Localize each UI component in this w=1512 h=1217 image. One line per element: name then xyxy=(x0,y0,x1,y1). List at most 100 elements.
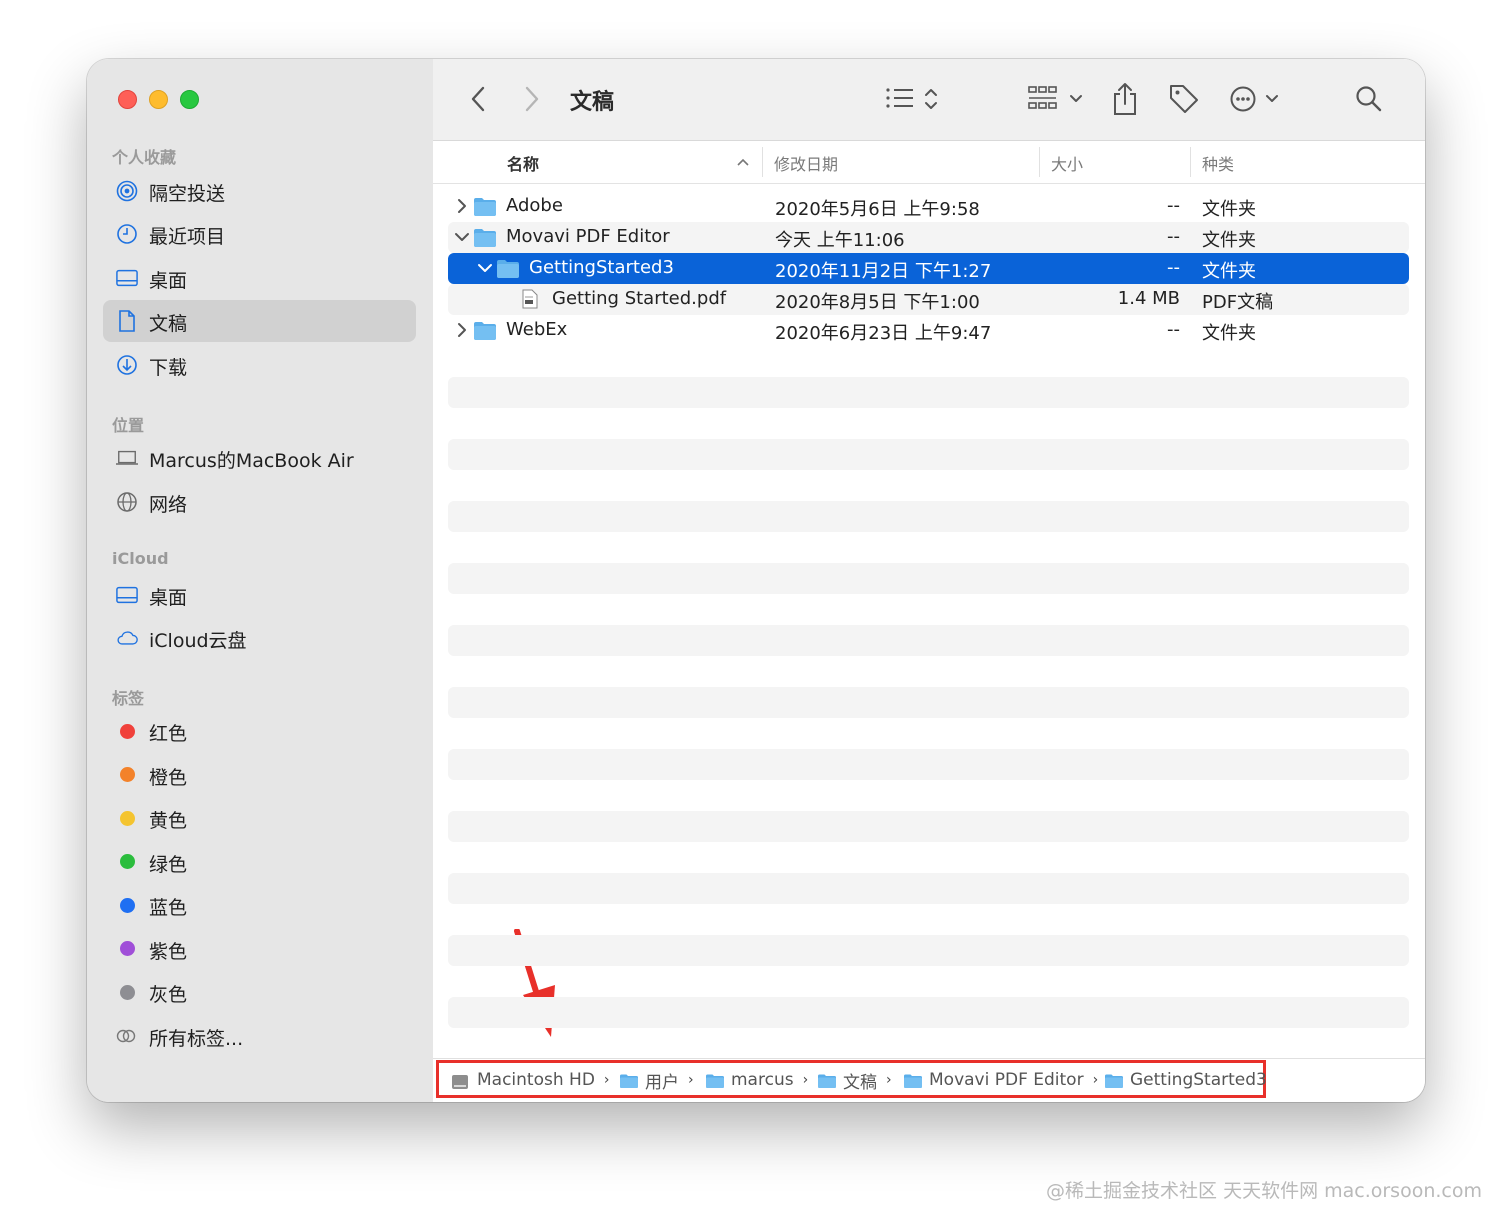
disclosure-collapsed-icon[interactable] xyxy=(454,198,470,214)
path-crumb[interactable]: 用户 › xyxy=(619,1068,694,1093)
sidebar-item-macbook[interactable]: Marcus的MacBook Air xyxy=(103,437,416,479)
folder-icon xyxy=(496,259,520,278)
file-name: GettingStarted3 xyxy=(529,257,674,278)
path-crumb[interactable]: 文稿 › xyxy=(817,1068,892,1093)
path-separator-icon: › xyxy=(603,1072,610,1088)
path-separator-icon: › xyxy=(688,1072,694,1088)
file-name: Movavi PDF Editor xyxy=(506,226,670,247)
file-kind: 文件夹 xyxy=(1202,323,1256,344)
more-actions-button[interactable] xyxy=(1229,83,1287,115)
sidebar-item-tag[interactable]: 黄色 xyxy=(103,797,416,839)
empty-row xyxy=(448,625,1409,656)
empty-row xyxy=(448,501,1409,532)
sidebar-item-tag[interactable]: 绿色 xyxy=(103,841,416,883)
sidebar-item-label: 灰色 xyxy=(149,984,188,1006)
airdrop-icon xyxy=(116,180,138,202)
forward-button[interactable] xyxy=(517,84,547,114)
sidebar-item-tag[interactable]: 蓝色 xyxy=(103,884,416,926)
sidebar-item-label: 下载 xyxy=(149,357,188,379)
minimize-button[interactable] xyxy=(149,90,168,109)
file-name: Getting Started.pdf xyxy=(552,288,727,309)
view-options-button[interactable] xyxy=(885,83,949,115)
sidebar-item-icloud-desktop[interactable]: 桌面 xyxy=(103,574,416,616)
empty-row xyxy=(448,997,1409,1028)
search-button[interactable] xyxy=(1353,83,1385,115)
favorites-header: 个人收藏 xyxy=(112,148,177,167)
document-icon xyxy=(116,310,138,332)
path-crumb[interactable]: marcus › xyxy=(705,1068,808,1092)
column-date[interactable]: 修改日期 xyxy=(774,151,838,175)
column-name[interactable]: 名称 xyxy=(507,151,539,175)
file-date: 2020年8月5日 下午1:00 xyxy=(775,292,980,313)
file-size: 1.4 MB xyxy=(1117,288,1180,309)
main-pane: 文稿 名称 修改日期 大小 种类 Adobe 2020年5月6日 上午9:58 … xyxy=(433,59,1425,1102)
group-button[interactable] xyxy=(1027,83,1087,115)
path-crumb-label: Macintosh HD xyxy=(477,1070,595,1090)
file-date: 2020年6月23日 上午9:47 xyxy=(775,323,992,344)
sidebar-item-label: 所有标签... xyxy=(149,1027,244,1050)
path-separator-icon: › xyxy=(802,1072,809,1088)
zoom-button[interactable] xyxy=(180,90,199,109)
sidebar-item-network[interactable]: 网络 xyxy=(103,481,416,523)
home-folder-icon xyxy=(705,1073,724,1088)
file-row[interactable]: GettingStarted3 2020年11月2日 下午1:27 -- 文件夹 xyxy=(448,253,1409,284)
folder-icon xyxy=(817,1073,836,1088)
file-row[interactable]: WebEx 2020年6月23日 上午9:47 -- 文件夹 xyxy=(448,315,1409,346)
sidebar-item-label: 桌面 xyxy=(149,587,188,609)
sidebar-item-tag[interactable]: 橙色 xyxy=(103,754,416,796)
path-bar: Macintosh HD › 用户 › marcus › 文稿 › Movavi PDF Edi… xyxy=(433,1058,1425,1102)
sidebar-item-tag[interactable]: 紫色 xyxy=(103,928,416,970)
folder-icon xyxy=(473,228,497,247)
disclosure-expanded-icon[interactable] xyxy=(454,229,470,245)
toolbar: 文稿 xyxy=(433,59,1425,141)
file-kind: 文件夹 xyxy=(1202,199,1256,220)
file-kind: 文件夹 xyxy=(1202,261,1256,282)
desktop-icon xyxy=(116,267,138,289)
back-button[interactable] xyxy=(463,84,493,114)
file-date: 今天 上午11:06 xyxy=(775,230,905,251)
sidebar-item-label: Marcus的MacBook Air xyxy=(149,450,354,472)
close-button[interactable] xyxy=(118,90,137,109)
sidebar-item-downloads[interactable]: 下载 xyxy=(103,344,416,386)
column-kind[interactable]: 种类 xyxy=(1202,151,1234,175)
sort-ascending-icon xyxy=(737,158,749,166)
path-crumb-label: GettingStarted3 xyxy=(1130,1070,1267,1090)
disclosure-expanded-icon[interactable] xyxy=(477,260,493,276)
sidebar-item-documents[interactable]: 文稿 xyxy=(103,300,416,342)
file-date: 2020年11月2日 下午1:27 xyxy=(775,261,992,282)
column-header: 名称 修改日期 大小 种类 xyxy=(433,141,1425,184)
empty-row xyxy=(448,377,1409,408)
share-button[interactable] xyxy=(1109,79,1141,119)
file-row[interactable]: Getting Started.pdf 2020年8月5日 下午1:00 1.4 M… xyxy=(448,284,1409,315)
sidebar-item-tag[interactable]: 所有标签... xyxy=(103,1015,416,1057)
path-crumb-label: Movavi PDF Editor xyxy=(929,1070,1084,1090)
tag-color-dot-icon xyxy=(116,764,138,786)
cloud-icon xyxy=(116,627,138,649)
tags-header: 标签 xyxy=(112,689,145,708)
path-crumb[interactable]: GettingStarted3 xyxy=(1104,1068,1267,1092)
sidebar-item-label: 绿色 xyxy=(149,853,188,876)
tag-button[interactable] xyxy=(1167,81,1201,117)
sidebar-item-recents[interactable]: 最近项目 xyxy=(103,213,416,255)
column-size[interactable]: 大小 xyxy=(1051,151,1083,175)
sidebar-item-airdrop[interactable]: 隔空投送 xyxy=(103,170,416,212)
sidebar-item-label: 文稿 xyxy=(149,313,188,335)
disclosure-collapsed-icon[interactable] xyxy=(454,322,470,338)
path-crumb[interactable]: Movavi PDF Editor › xyxy=(903,1068,1098,1092)
file-name: Adobe xyxy=(506,195,563,216)
sidebar-item-desktop[interactable]: 桌面 xyxy=(103,257,416,299)
harddisk-icon xyxy=(451,1073,469,1089)
empty-row xyxy=(448,563,1409,594)
empty-row xyxy=(448,873,1409,904)
sidebar-item-label: 最近项目 xyxy=(149,226,226,248)
sidebar-item-tag[interactable]: 灰色 xyxy=(103,971,416,1013)
sidebar-item-tag[interactable]: 红色 xyxy=(103,710,416,752)
search-icon xyxy=(1356,86,1382,112)
sidebar-item-label: 红色 xyxy=(149,723,188,745)
file-row[interactable]: Adobe 2020年5月6日 上午9:58 -- 文件夹 xyxy=(448,191,1409,222)
sidebar-item-icloud-drive[interactable]: iCloud云盘 xyxy=(103,617,416,659)
list-view-icon xyxy=(886,88,937,109)
path-crumb[interactable]: Macintosh HD › xyxy=(451,1068,610,1092)
file-row[interactable]: Movavi PDF Editor 今天 上午11:06 -- 文件夹 xyxy=(448,222,1409,253)
file-size: -- xyxy=(1167,195,1180,216)
